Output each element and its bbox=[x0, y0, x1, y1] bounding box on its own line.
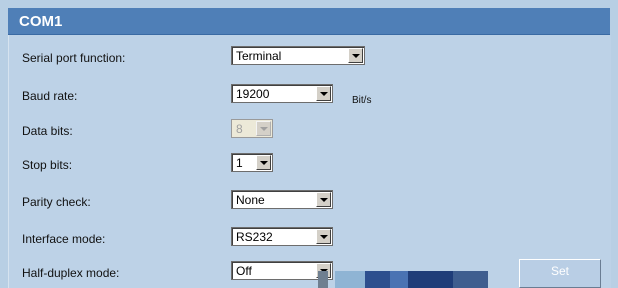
half-duplex-mode-value: Off bbox=[236, 264, 252, 278]
data-bits-label: Data bits: bbox=[22, 124, 73, 138]
parity-check-label: Parity check: bbox=[22, 195, 91, 209]
baud-rate-value: 19200 bbox=[236, 87, 270, 101]
interface-mode-label: Interface mode: bbox=[22, 232, 106, 246]
chevron-down-icon bbox=[256, 121, 271, 136]
data-bits-value: 8 bbox=[236, 122, 243, 136]
interface-mode-value: RS232 bbox=[236, 230, 273, 244]
serial-port-function-select[interactable]: Terminal bbox=[231, 46, 365, 65]
chevron-down-icon[interactable] bbox=[316, 86, 331, 101]
stop-bits-label: Stop bits: bbox=[22, 158, 73, 172]
baud-rate-unit: Bit/s bbox=[352, 95, 372, 106]
render-artifact bbox=[390, 271, 408, 288]
serial-port-function-value: Terminal bbox=[236, 49, 282, 63]
render-artifact bbox=[365, 271, 390, 288]
set-button[interactable]: Set bbox=[519, 259, 601, 288]
chevron-down-icon[interactable] bbox=[348, 48, 363, 63]
half-duplex-mode-label: Half-duplex mode: bbox=[22, 266, 120, 280]
render-artifact bbox=[453, 271, 488, 288]
interface-mode-select[interactable]: RS232 bbox=[231, 227, 333, 246]
stop-bits-select[interactable]: 1 bbox=[231, 153, 273, 172]
data-bits-select: 8 bbox=[231, 119, 273, 138]
baud-rate-label: Baud rate: bbox=[22, 89, 78, 103]
render-artifact bbox=[335, 271, 365, 288]
parity-check-select[interactable]: None bbox=[231, 190, 333, 209]
chevron-down-icon[interactable] bbox=[256, 155, 271, 170]
chevron-down-icon[interactable] bbox=[316, 229, 331, 244]
stop-bits-value: 1 bbox=[236, 156, 243, 170]
baud-rate-select[interactable]: 19200 bbox=[231, 84, 333, 103]
render-artifact bbox=[318, 271, 328, 288]
settings-panel bbox=[8, 35, 611, 288]
section-title: COM1 bbox=[8, 8, 610, 35]
serial-port-function-label: Serial port function: bbox=[22, 51, 126, 65]
render-artifact bbox=[408, 271, 453, 288]
chevron-down-icon[interactable] bbox=[316, 192, 331, 207]
parity-check-value: None bbox=[236, 193, 265, 207]
